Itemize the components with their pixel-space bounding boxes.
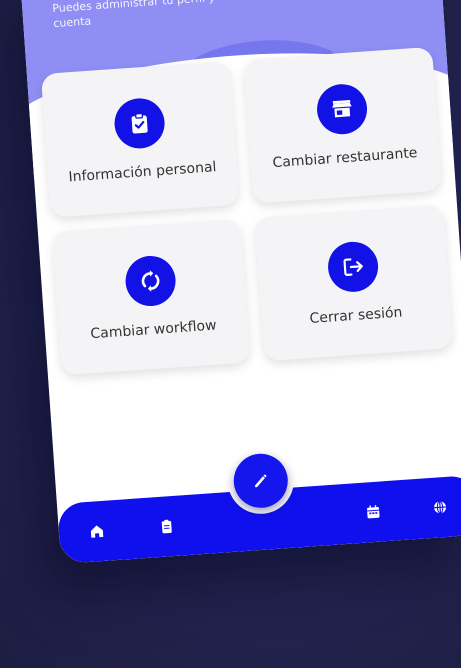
logout-label: Cerrar sesión (309, 304, 403, 327)
change-restaurant-card[interactable]: Cambiar restaurante (243, 46, 442, 204)
calendar-icon[interactable] (363, 501, 384, 522)
home-icon[interactable] (86, 521, 107, 542)
header-subtitle: Puedes administrar tu perfil y cuenta (51, 0, 216, 31)
menu-grid: Información personal Cambiar restaurante (40, 46, 453, 376)
change-workflow-label: Cambiar workflow (89, 317, 218, 343)
change-restaurant-label: Cambiar restaurante (271, 145, 418, 172)
change-workflow-card[interactable]: Cambiar workflow (51, 218, 251, 376)
personal-info-card[interactable]: Información personal (40, 60, 240, 218)
logout-icon (325, 240, 380, 294)
store-icon (314, 82, 369, 136)
clipboard-check-icon (112, 96, 166, 151)
phone-screen: Puedes administrar tu perfil y cuenta In… (19, 0, 461, 564)
globe-icon[interactable] (429, 497, 450, 518)
sync-icon (123, 254, 177, 308)
logout-card[interactable]: Cerrar sesión (254, 204, 453, 362)
personal-info-label: Información personal (68, 159, 217, 186)
clipboard-icon[interactable] (156, 516, 177, 537)
edit-icon (251, 471, 270, 490)
